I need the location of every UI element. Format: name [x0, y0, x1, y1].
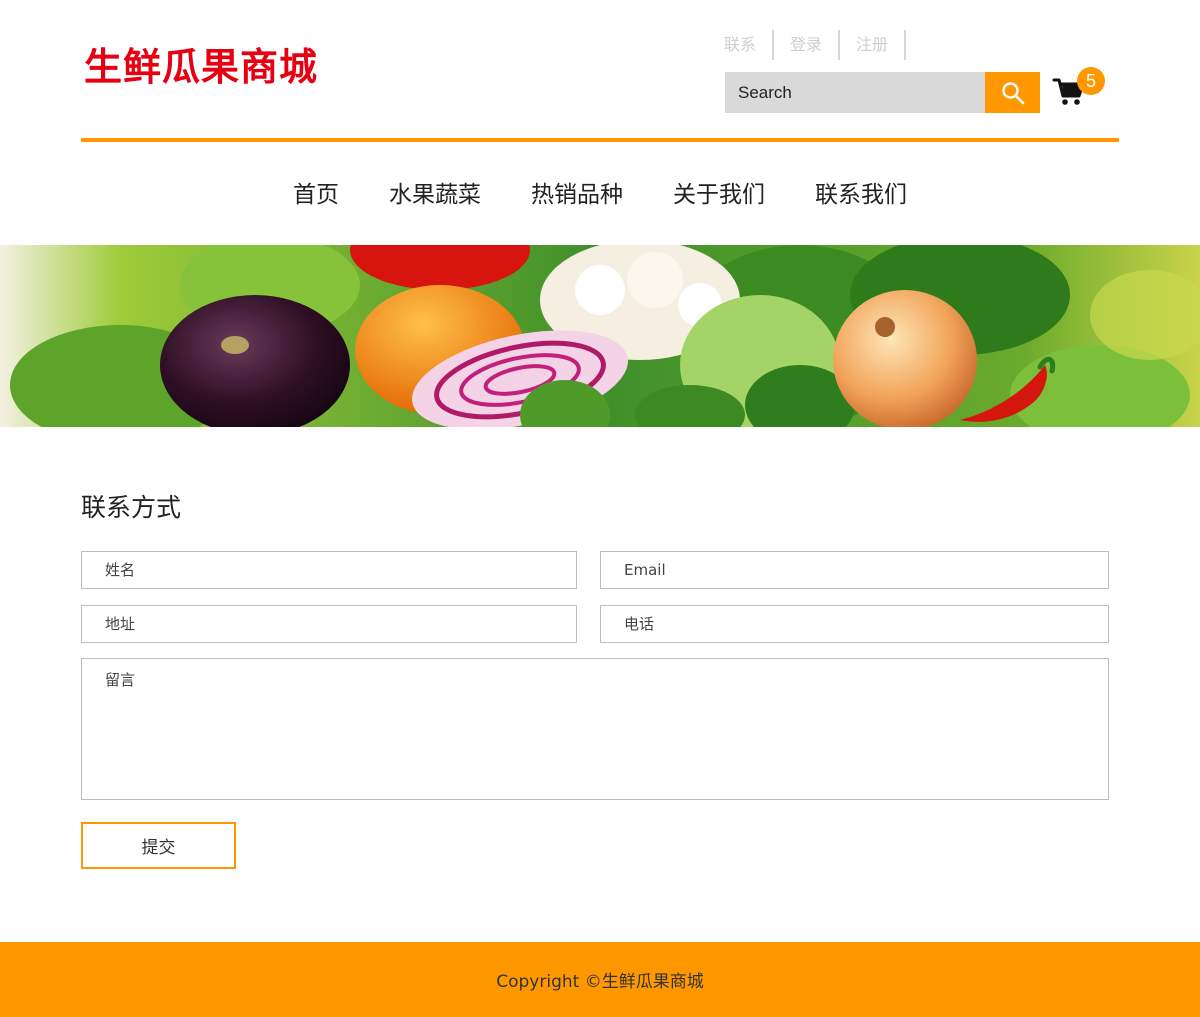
search-button[interactable] — [985, 72, 1040, 113]
nav-item-fruits-vegetables[interactable]: 水果蔬菜 — [389, 170, 481, 220]
nav-item-about[interactable]: 关于我们 — [673, 170, 765, 220]
contact-title: 联系方式 — [81, 493, 182, 522]
top-links: 联系 登录 注册 — [724, 30, 922, 60]
top-link-register[interactable]: 注册 — [856, 30, 907, 60]
nav-item-contact[interactable]: 联系我们 — [815, 170, 907, 220]
header-divider — [81, 138, 1119, 142]
top-link-contact[interactable]: 联系 — [724, 30, 775, 60]
cart-count-badge: 5 — [1077, 67, 1105, 95]
address-field[interactable] — [81, 605, 577, 643]
footer: Copyright ©生鲜瓜果商城 — [0, 942, 1200, 1017]
nav-item-hot-sellers[interactable]: 热销品种 — [531, 170, 623, 220]
site-logo[interactable]: 生鲜瓜果商城 — [84, 36, 318, 91]
footer-copyright: Copyright ©生鲜瓜果商城 — [496, 972, 704, 992]
main-nav: 首页 水果蔬菜 热销品种 关于我们 联系我们 — [0, 170, 1200, 220]
vegetables-banner-image — [0, 245, 1200, 427]
message-field[interactable] — [81, 658, 1109, 800]
email-field[interactable] — [600, 551, 1109, 589]
phone-field[interactable] — [600, 605, 1109, 643]
search-input[interactable] — [725, 72, 985, 113]
submit-button[interactable]: 提交 — [81, 822, 236, 869]
search-icon — [1001, 81, 1024, 104]
nav-item-home[interactable]: 首页 — [293, 170, 339, 220]
top-link-login[interactable]: 登录 — [790, 30, 841, 60]
name-field[interactable] — [81, 551, 577, 589]
